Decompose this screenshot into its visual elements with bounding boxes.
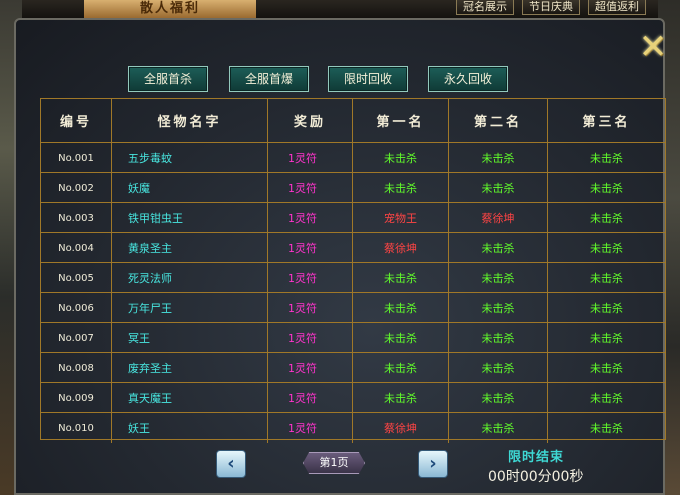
cell-second: 未击杀 [449,233,548,263]
table-row: No.006 万年尸王 1灵符 未击杀 未击杀 未击杀 [41,292,665,323]
cell-second: 未击杀 [449,323,548,353]
cell-first: 未击杀 [353,353,449,383]
cell-second: 未击杀 [449,263,548,293]
cell-monster-name: 五步毒蚊 [112,143,268,173]
header-third: 第三名 [582,115,631,130]
table-row: No.009 真天魔王 1灵符 未击杀 未击杀 未击杀 [41,382,665,413]
header-id: 编号 [41,99,112,142]
cell-first: 未击杀 [353,173,449,203]
table-row: No.002 妖魔 1灵符 未击杀 未击杀 未击杀 [41,172,665,203]
cell-first: 未击杀 [353,293,449,323]
timer-title: 限时结束 [508,450,565,465]
cell-monster-name: 死灵法师 [112,263,268,293]
header-second: 第二名 [449,99,548,142]
cell-third: 未击杀 [590,212,623,225]
cell-id: No.001 [41,143,112,173]
tab-permanent-recycle[interactable]: 永久回收 [428,66,508,92]
cell-id: No.004 [41,233,112,263]
cell-monster-name: 铁甲钳虫王 [112,203,268,233]
cell-third: 未击杀 [590,332,623,345]
cell-second: 未击杀 [449,143,548,173]
tab-server-first-kill[interactable]: 全服首杀 [128,66,208,92]
cell-reward: 1灵符 [268,143,353,173]
cell-first: 未击杀 [353,383,449,413]
table-row: No.007 冥王 1灵符 未击杀 未击杀 未击杀 [41,322,665,353]
table-row: No.001 五步毒蚊 1灵符 未击杀 未击杀 未击杀 [41,142,665,173]
cell-id: No.010 [41,413,112,443]
cell-third: 未击杀 [590,182,623,195]
chevron-left-icon[interactable]: ‹ [216,450,246,478]
cell-monster-name: 废弃圣主 [112,353,268,383]
cell-id: No.005 [41,263,112,293]
cell-monster-name: 冥王 [112,323,268,353]
top-button-festival[interactable]: 节日庆典 [522,0,580,15]
cell-monster-name: 黄泉圣主 [112,233,268,263]
cell-monster-name: 妖王 [112,413,268,443]
cell-id: No.008 [41,353,112,383]
cell-reward: 1灵符 [268,293,353,323]
cell-third: 未击杀 [590,272,623,285]
cell-second: 未击杀 [449,413,548,443]
close-icon[interactable]: ✕ [636,30,670,64]
cell-reward: 1灵符 [268,173,353,203]
cell-reward: 1灵符 [268,353,353,383]
cell-first: 未击杀 [353,263,449,293]
cell-monster-name: 万年尸王 [112,293,268,323]
cell-second: 蔡徐坤 [449,203,548,233]
cell-id: No.006 [41,293,112,323]
cell-id: No.007 [41,323,112,353]
cell-reward: 1灵符 [268,233,353,263]
cell-first: 未击杀 [353,323,449,353]
cell-id: No.003 [41,203,112,233]
cell-first: 蔡徐坤 [353,413,449,443]
cell-first: 未击杀 [353,143,449,173]
timer-countdown: 00时00分00秒 [488,469,584,485]
cell-third: 未击杀 [590,152,623,165]
cell-first: 宠物王 [353,203,449,233]
cell-reward: 1灵符 [268,263,353,293]
page-indicator: 第1页 [303,452,365,474]
cell-monster-name: 真天魔王 [112,383,268,413]
header-monster-name: 怪物名字 [112,99,268,142]
tab-server-first-drop[interactable]: 全服首爆 [229,66,309,92]
table-row: No.004 黄泉圣主 1灵符 蔡徐坤 未击杀 未击杀 [41,232,665,263]
cell-reward: 1灵符 [268,383,353,413]
top-button-naming[interactable]: 冠名展示 [456,0,514,15]
table-row: No.010 妖王 1灵符 蔡徐坤 未击杀 未击杀 [41,412,665,443]
top-button-rebate[interactable]: 超值返利 [588,0,646,15]
top-banner: 散人福利 [84,0,256,18]
cell-third: 未击杀 [590,302,623,315]
cell-second: 未击杀 [449,383,548,413]
table-row: No.003 铁甲钳虫王 1灵符 宠物王 蔡徐坤 未击杀 [41,202,665,233]
cell-reward: 1灵符 [268,203,353,233]
cell-second: 未击杀 [449,353,548,383]
boss-kill-table: 编号 怪物名字 奖励 第一名 第二名 第三名 No.001 五步毒蚊 1灵符 未击杀未… [40,98,666,443]
cell-third: 未击杀 [590,392,623,405]
cell-reward: 1灵符 [268,413,353,443]
cell-second: 未击杀 [449,173,548,203]
header-first: 第一名 [353,99,449,142]
cell-id: No.002 [41,173,112,203]
cell-reward: 1灵符 [268,323,353,353]
header-reward: 奖励 [268,99,353,142]
cell-second: 未击杀 [449,293,548,323]
cell-first: 蔡徐坤 [353,233,449,263]
cell-id: No.009 [41,383,112,413]
chevron-right-icon[interactable]: › [418,450,448,478]
table-row: No.005 死灵法师 1灵符 未击杀 未击杀 未击杀 [41,262,665,293]
cell-monster-name: 妖魔 [112,173,268,203]
cell-third: 未击杀 [590,242,623,255]
tab-bar: 全服首杀 全服首爆 限时回收 永久回收 [0,66,680,92]
table-header: 编号 怪物名字 奖励 第一名 第二名 第三名 [41,99,665,142]
table-row: No.008 废弃圣主 1灵符 未击杀 未击杀 未击杀 [41,352,665,383]
tab-limited-recycle[interactable]: 限时回收 [328,66,408,92]
cell-third: 未击杀 [590,362,623,375]
cell-third: 未击杀 [590,422,623,435]
